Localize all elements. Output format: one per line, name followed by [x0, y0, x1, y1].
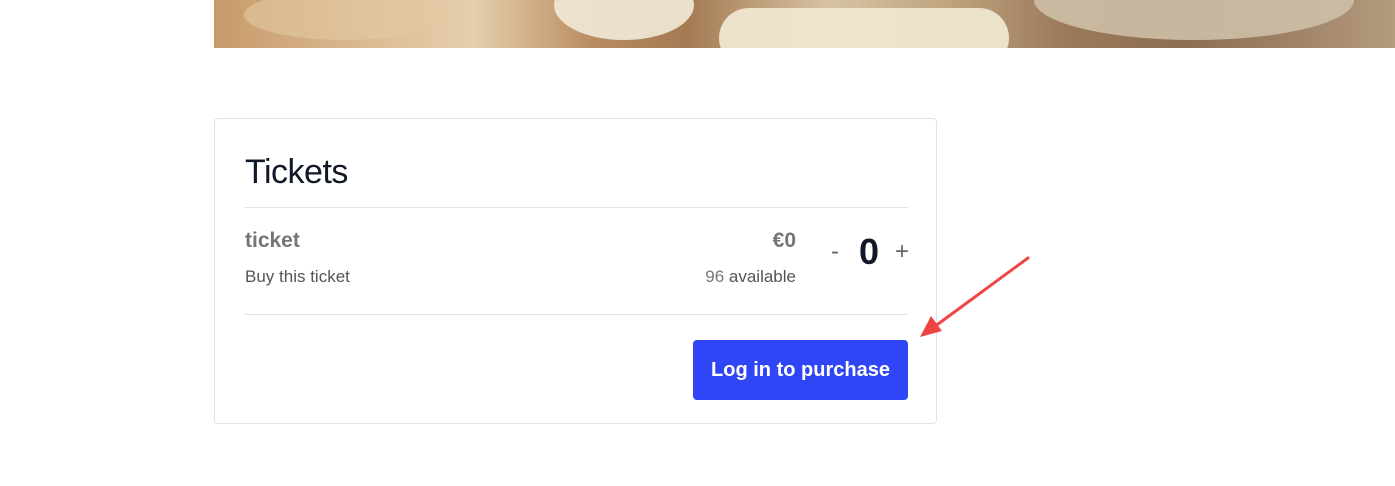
cover-image-detail: [719, 8, 1009, 48]
quantity-value: 0: [858, 231, 880, 272]
ticket-description: Buy this ticket: [245, 267, 350, 286]
ticket-availability: 96 available: [705, 267, 796, 287]
available-count: 96: [705, 267, 725, 286]
cover-image-detail: [554, 0, 694, 40]
increase-quantity-button[interactable]: +: [891, 237, 913, 267]
annotation-arrow-shaft: [932, 256, 1030, 329]
event-cover-image: [214, 0, 1395, 48]
decrease-quantity-button[interactable]: -: [824, 237, 846, 267]
ticket-name: ticket: [245, 229, 300, 252]
cover-image-detail: [1034, 0, 1354, 40]
available-label: available: [728, 267, 796, 286]
divider: [245, 314, 908, 315]
tickets-card: Tickets ticket Buy this ticket €0 96 ava…: [214, 118, 937, 424]
ticket-price: €0: [772, 229, 796, 252]
divider: [245, 207, 908, 208]
tickets-title: Tickets: [245, 153, 348, 191]
login-to-purchase-button[interactable]: Log in to purchase: [693, 340, 908, 400]
cover-image-detail: [244, 0, 444, 40]
